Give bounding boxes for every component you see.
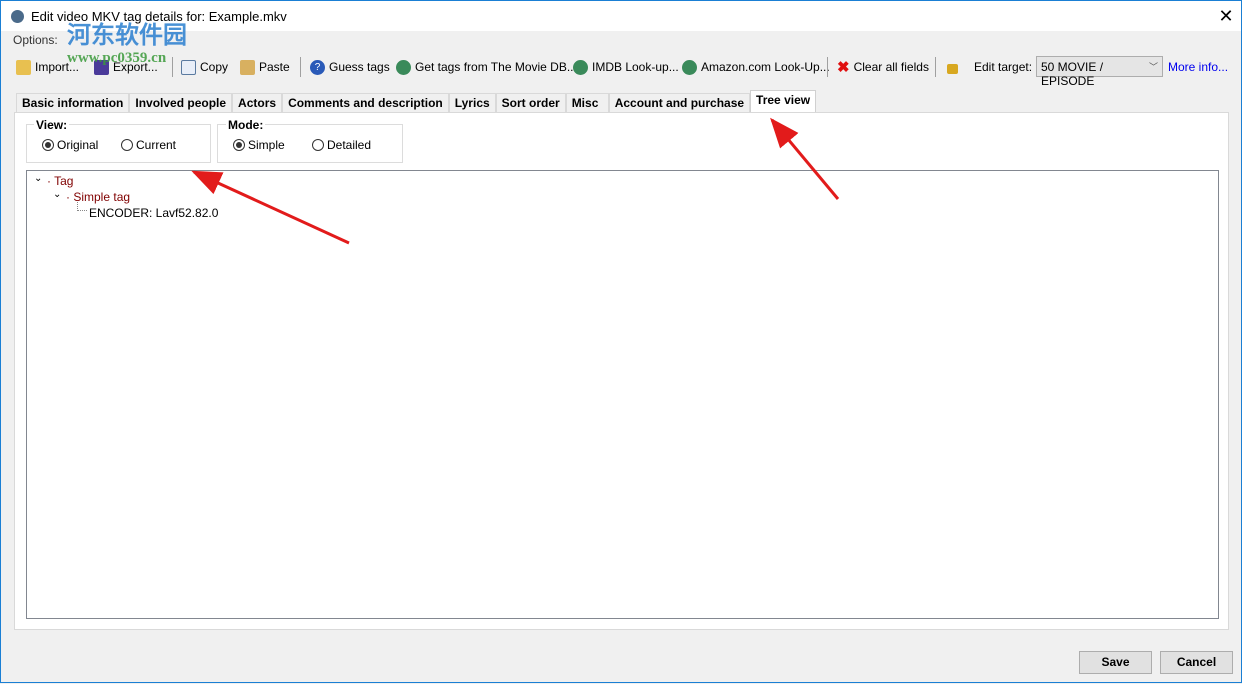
globe-icon: [396, 59, 411, 75]
globe-icon: [573, 59, 588, 75]
save-disk-icon: [94, 59, 109, 75]
radio-label: Original: [57, 138, 99, 152]
globe-icon: [682, 59, 697, 75]
view-current-radio[interactable]: Current: [121, 138, 176, 152]
tab-actors[interactable]: Actors: [232, 93, 283, 112]
toolbar-separator: [827, 57, 828, 77]
tree-node-encoder[interactable]: ENCODER: Lavf52.82.0: [89, 206, 218, 220]
save-button[interactable]: Save: [1079, 651, 1152, 674]
paste-button[interactable]: Paste: [240, 58, 290, 76]
radio-label: Simple: [248, 138, 285, 152]
edit-target-label: Edit target:: [974, 60, 1033, 74]
padlock-shape: [947, 64, 958, 74]
radio-selected: [42, 139, 54, 151]
amazon-label: Amazon.com Look-Up...: [701, 60, 830, 74]
clear-all-button[interactable]: ✖ Clear all fields: [837, 58, 929, 76]
guess-tags-button[interactable]: ? Guess tags: [310, 58, 390, 76]
radio-unselected: [121, 139, 133, 151]
cancel-button[interactable]: Cancel: [1160, 651, 1233, 674]
toolbar-separator: [935, 57, 936, 77]
tab-comments[interactable]: Comments and description: [282, 93, 449, 112]
tree-node-tag[interactable]: · Tag: [47, 174, 73, 188]
amazon-button[interactable]: Amazon.com Look-Up...: [682, 58, 830, 76]
mode-detailed-radio[interactable]: Detailed: [312, 138, 371, 152]
help-icon: ?: [310, 59, 325, 75]
export-label: Export...: [113, 60, 158, 74]
copy-label: Copy: [200, 60, 229, 74]
radio-label: Detailed: [327, 138, 372, 152]
lock-icon[interactable]: [947, 58, 958, 76]
export-button[interactable]: Export...: [94, 58, 158, 76]
folder-open-icon: [16, 59, 31, 75]
mode-label: Mode:: [226, 118, 266, 132]
radio-label: Current: [136, 138, 177, 152]
view-original-radio[interactable]: Original: [42, 138, 98, 152]
guess-tags-label: Guess tags: [329, 60, 390, 74]
tab-misc[interactable]: Misc: [565, 93, 609, 112]
radio-unselected: [312, 139, 324, 151]
edit-target-value: 50 MOVIE / EPISODE: [1041, 60, 1104, 88]
tab-strip: Basic information Involved people Actors…: [16, 90, 817, 112]
chevron-down-icon: ﹀: [1148, 62, 1158, 72]
clear-all-label: Clear all fields: [853, 60, 929, 74]
moviedb-button[interactable]: Get tags from The Movie DB...: [396, 58, 577, 76]
chevron-down-icon[interactable]: ⌄: [53, 189, 61, 200]
mode-simple-radio[interactable]: Simple: [233, 138, 285, 152]
radio-selected: [233, 139, 245, 151]
imdb-label: IMDB Look-up...: [592, 60, 679, 74]
tab-tree-view[interactable]: Tree view: [750, 90, 817, 112]
edit-target-select[interactable]: 50 MOVIE / EPISODE ﹀: [1036, 56, 1163, 88]
moviedb-label: Get tags from The Movie DB...: [415, 60, 577, 74]
tag-tree[interactable]: [26, 170, 1219, 619]
window-title: Edit video MKV tag details for: Example.…: [31, 9, 287, 24]
tab-involved-people[interactable]: Involved people: [129, 93, 233, 112]
import-button[interactable]: Import...: [16, 58, 79, 76]
copy-button[interactable]: Copy: [181, 58, 228, 76]
app-icon: [11, 10, 24, 23]
tree-connector: [77, 202, 87, 211]
toolbar-separator: [172, 57, 173, 77]
red-x-icon: ✖: [837, 59, 850, 76]
view-label: View:: [34, 118, 70, 132]
imdb-button[interactable]: IMDB Look-up...: [573, 58, 679, 76]
tab-basic-information[interactable]: Basic information: [16, 93, 130, 112]
more-info-link[interactable]: More info...: [1168, 58, 1228, 76]
tab-lyrics[interactable]: Lyrics: [448, 93, 496, 112]
tree-node-simple-tag[interactable]: · Simple tag: [66, 190, 130, 204]
close-button[interactable]: ✕: [1215, 5, 1237, 27]
options-label: Options:: [13, 33, 58, 47]
tree-node-label: Tag: [54, 174, 74, 188]
copy-icon: [181, 59, 196, 75]
paste-label: Paste: [259, 60, 290, 74]
import-label: Import...: [35, 60, 80, 74]
chevron-down-icon[interactable]: ⌄: [34, 173, 42, 184]
paste-icon: [240, 59, 255, 75]
toolbar-separator: [300, 57, 301, 77]
tab-sort-order[interactable]: Sort order: [495, 93, 566, 112]
tab-account-purchase[interactable]: Account and purchase: [608, 93, 751, 112]
